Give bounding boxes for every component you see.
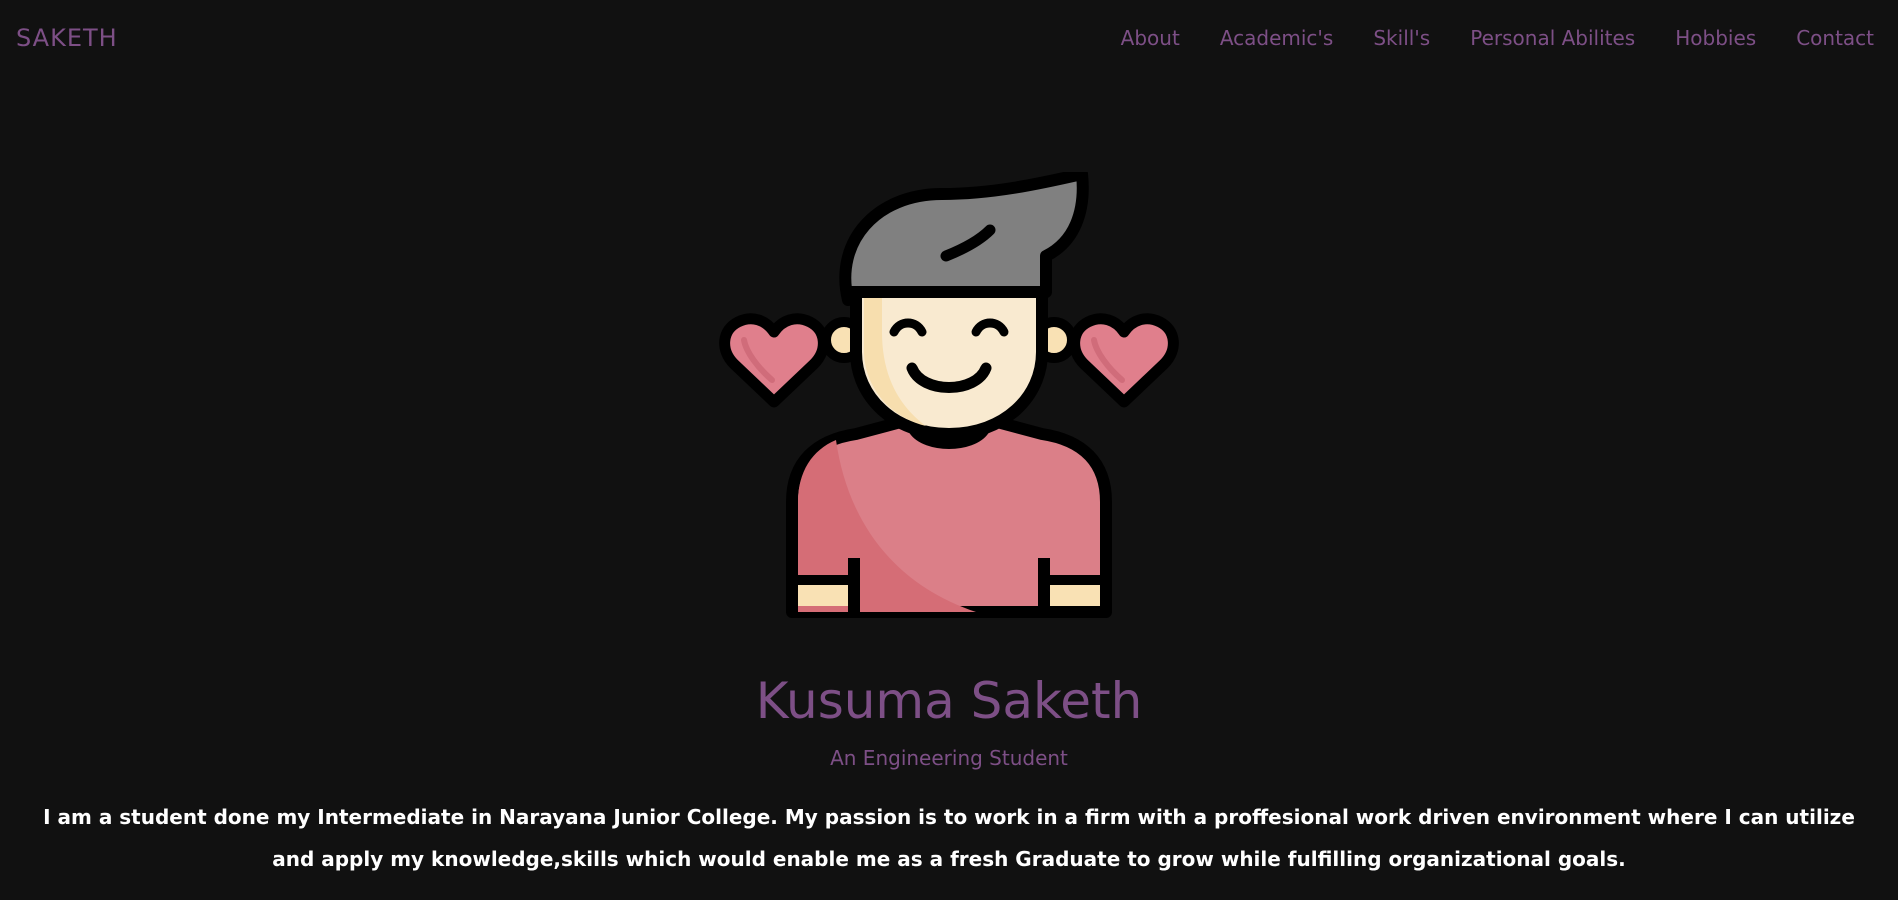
hair-icon — [839, 168, 1089, 306]
nav-link-contact[interactable]: Contact — [1796, 26, 1874, 50]
brand-logo[interactable]: SAKETH — [16, 24, 118, 52]
left-heart-icon — [719, 313, 829, 408]
profile-subtitle: An Engineering Student — [830, 746, 1068, 770]
boy-with-hearts-icon — [716, 168, 1182, 638]
nav-link-hobbies[interactable]: Hobbies — [1675, 26, 1756, 50]
navbar: SAKETH About Academic's Skill's Personal… — [0, 0, 1898, 76]
nav-link-personal-abilities[interactable]: Personal Abilites — [1470, 26, 1635, 50]
nav-links: About Academic's Skill's Personal Abilit… — [1081, 26, 1874, 50]
nav-link-academics[interactable]: Academic's — [1220, 26, 1334, 50]
nav-link-skills[interactable]: Skill's — [1373, 26, 1430, 50]
nav-link-about[interactable]: About — [1121, 26, 1180, 50]
profile-bio: I am a student done my Intermediate in N… — [43, 805, 1855, 871]
profile-name: Kusuma Saketh — [755, 672, 1143, 730]
right-heart-icon — [1069, 313, 1179, 408]
